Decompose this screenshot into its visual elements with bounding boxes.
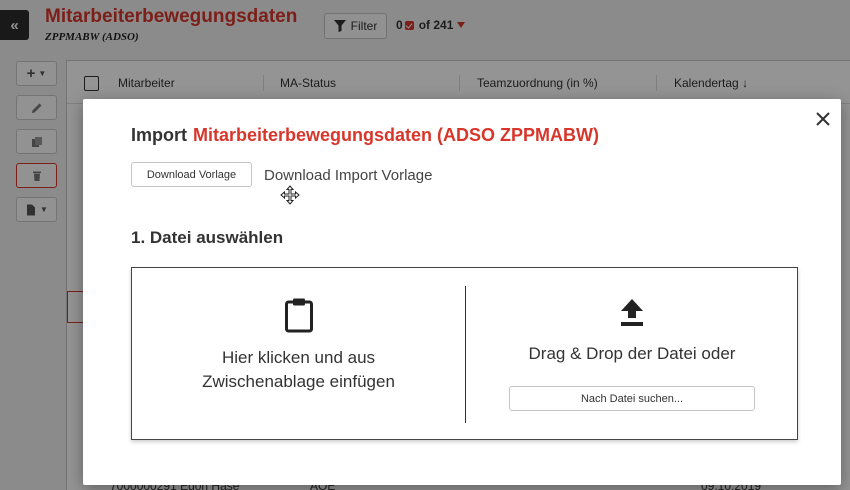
dialog-title: Import Mitarbeiterbewegungsdaten (ADSO ZP…: [131, 125, 599, 146]
paste-from-clipboard-area[interactable]: Hier klicken und aus Zwischenablage einf…: [132, 268, 465, 439]
browse-file-button[interactable]: Nach Datei suchen...: [509, 386, 755, 411]
clipboard-icon: [285, 298, 313, 333]
download-template-button[interactable]: Download Vorlage: [131, 162, 252, 187]
paste-line-1: Hier klicken und aus: [221, 348, 376, 367]
paste-line-2: Zwischenablage einfügen: [202, 372, 395, 391]
dialog-title-prefix: Import: [131, 125, 187, 145]
move-cursor-icon: [280, 185, 300, 205]
file-dropzone: Hier klicken und aus Zwischenablage einf…: [131, 267, 798, 440]
close-icon: [816, 112, 830, 126]
import-dialog: Import Mitarbeiterbewegungsdaten (ADSO ZP…: [83, 99, 841, 485]
close-button[interactable]: [813, 109, 833, 129]
dialog-title-accent: Mitarbeiterbewegungsdaten (ADSO ZPPMABW): [193, 125, 600, 145]
step-title: 1. Datei auswählen: [131, 228, 284, 247]
upload-icon: [621, 299, 643, 326]
download-template-label: Download Import Vorlage: [264, 167, 433, 184]
drag-drop-area[interactable]: Drag & Drop der Datei oder Nach Datei su…: [466, 268, 798, 439]
drag-drop-label: Drag & Drop der Datei oder: [528, 344, 736, 363]
